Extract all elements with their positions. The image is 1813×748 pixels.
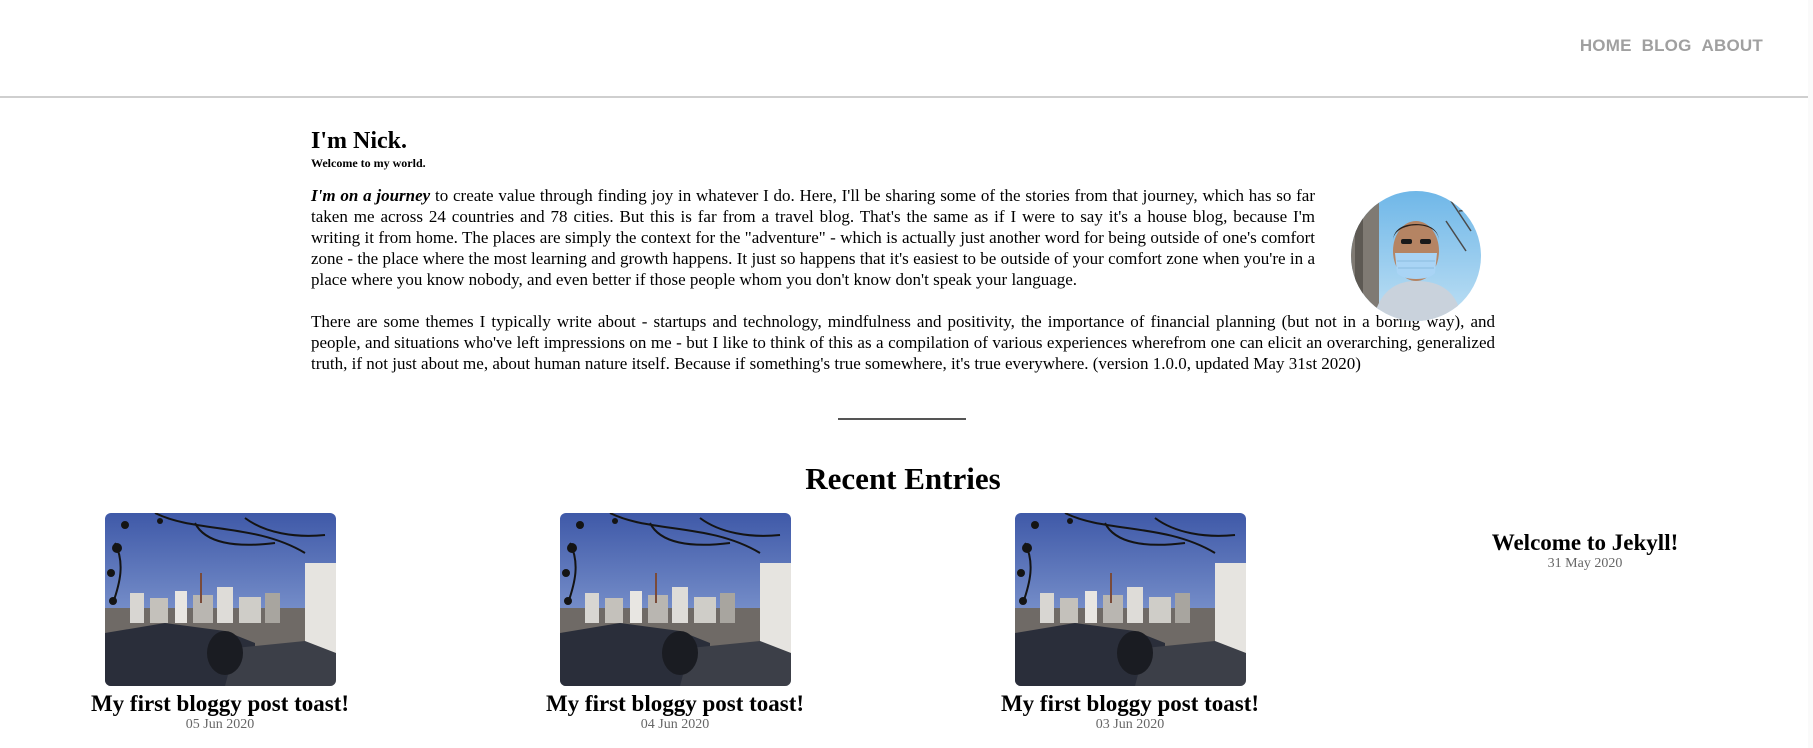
intro-heading: I'm Nick.: [311, 128, 407, 154]
bio-paragraph-2: There are some themes I typically write …: [311, 312, 1495, 373]
post-card[interactable]: My first bloggy post toast! 05 Jun 2020: [75, 513, 365, 733]
post-date: 05 Jun 2020: [185, 717, 255, 732]
intro-bio: I'm on a journey to create value through…: [311, 185, 1495, 374]
page-scrollbar[interactable]: [1808, 0, 1813, 748]
post-thumbnail[interactable]: [1014, 513, 1246, 686]
nav-about-link[interactable]: ABOUT: [1702, 36, 1763, 56]
nav-home-link[interactable]: HOME: [1580, 36, 1632, 56]
city-photo-image: [1014, 513, 1246, 686]
post-date: 31 May 2020: [1547, 556, 1623, 571]
nav-blog-link[interactable]: BLOG: [1642, 36, 1692, 56]
recent-entries-title: Recent Entries: [805, 461, 1001, 496]
profile-photo-image: [1351, 191, 1481, 321]
bio-lead: I'm on a journey: [311, 186, 431, 205]
section-divider: [838, 418, 966, 420]
city-photo-image: [104, 513, 336, 686]
main-nav: HOME BLOG ABOUT: [1580, 36, 1763, 56]
city-photo-image: [559, 513, 791, 686]
post-card[interactable]: My first bloggy post toast! 03 Jun 2020: [985, 513, 1275, 733]
post-date: 04 Jun 2020: [640, 717, 710, 732]
post-title[interactable]: My first bloggy post toast!: [530, 691, 820, 717]
bio-paragraph-1-text: to create value through finding joy in w…: [311, 186, 1315, 289]
profile-avatar: [1351, 191, 1481, 321]
intro-section: I'm Nick. Welcome to my world. I'm on a …: [311, 127, 1495, 374]
intro-subtitle: Welcome to my world.: [311, 156, 426, 170]
post-thumbnail[interactable]: [104, 513, 336, 686]
post-date: 03 Jun 2020: [1095, 717, 1165, 732]
post-thumbnail[interactable]: [559, 513, 791, 686]
post-card[interactable]: Welcome to Jekyll! 31 May 2020: [1440, 513, 1730, 572]
post-card[interactable]: My first bloggy post toast! 04 Jun 2020: [530, 513, 820, 733]
post-title[interactable]: Welcome to Jekyll!: [1440, 530, 1730, 556]
site-header: HOME BLOG ABOUT: [0, 0, 1813, 98]
post-title[interactable]: My first bloggy post toast!: [985, 691, 1275, 717]
post-title[interactable]: My first bloggy post toast!: [75, 691, 365, 717]
